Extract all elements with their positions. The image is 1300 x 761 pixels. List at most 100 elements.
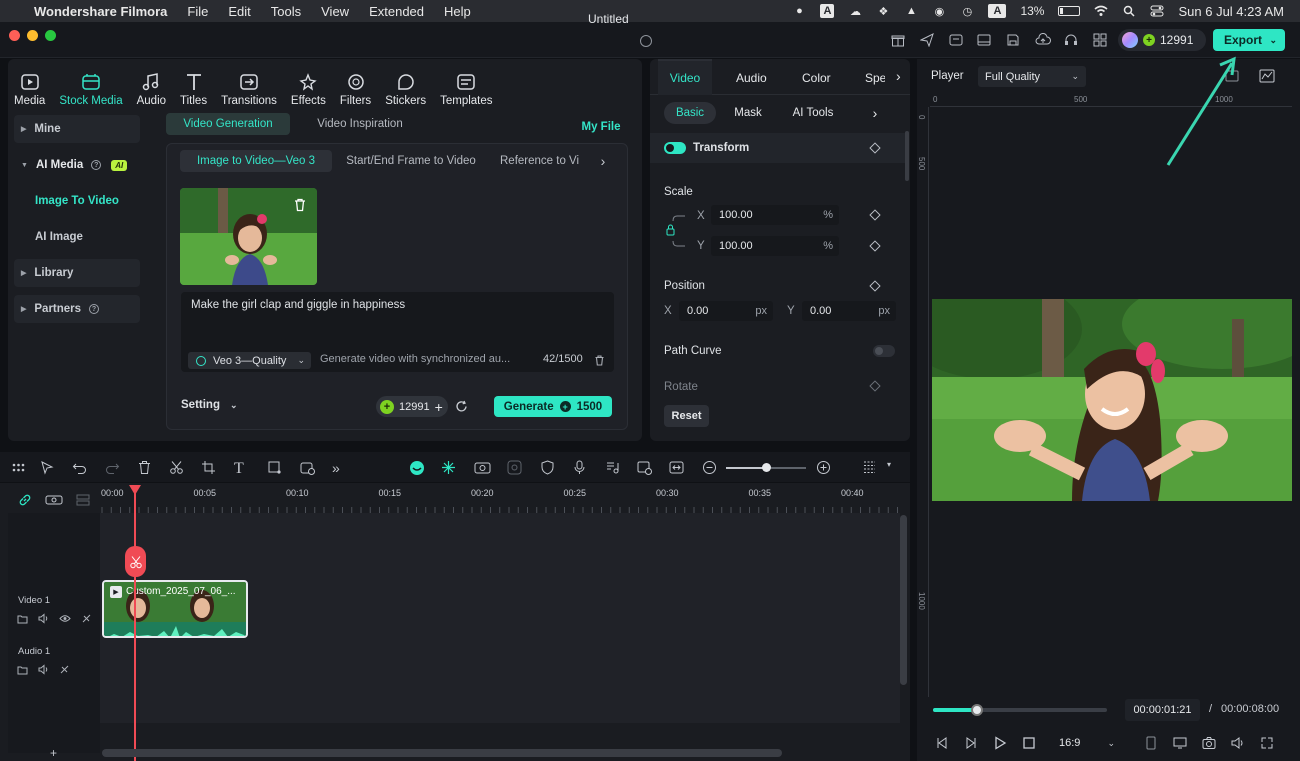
control-center-icon[interactable] bbox=[1150, 4, 1164, 18]
redo-icon[interactable] bbox=[105, 460, 120, 475]
tab-stickers[interactable]: Stickers bbox=[385, 73, 426, 107]
tab-reference-to-video[interactable]: Reference to Vi bbox=[500, 150, 590, 172]
support-headset-icon[interactable] bbox=[1064, 33, 1080, 49]
apps-grid-icon[interactable] bbox=[1093, 33, 1109, 49]
spotlight-search-icon[interactable] bbox=[1122, 4, 1136, 18]
zoom-out-icon[interactable] bbox=[702, 460, 717, 475]
zoom-in-icon[interactable] bbox=[816, 460, 831, 475]
link-icon[interactable] bbox=[18, 493, 32, 507]
timeline-ruler[interactable]: 00:00 00:05 00:10 00:15 00:20 00:25 00:30 00:35… bbox=[100, 483, 910, 513]
keyframe-diamond-icon[interactable] bbox=[869, 142, 881, 154]
timeline-options-icon[interactable]: ▾ bbox=[887, 460, 902, 475]
track-mute-icon[interactable] bbox=[38, 664, 49, 675]
next-frame-icon[interactable] bbox=[964, 736, 978, 750]
prompt-input[interactable]: Make the girl clap and giggle in happine… bbox=[191, 299, 405, 311]
tab-titles[interactable]: Titles bbox=[180, 73, 207, 107]
zoom-slider-handle[interactable] bbox=[762, 463, 771, 472]
shield-icon[interactable] bbox=[540, 460, 555, 475]
shape-tool-icon[interactable] bbox=[267, 460, 282, 475]
fit-timeline-icon[interactable] bbox=[669, 460, 684, 475]
tab-video-generation[interactable]: Video Generation bbox=[166, 113, 290, 135]
scopes-icon[interactable] bbox=[1259, 69, 1275, 83]
add-credits-icon[interactable]: + bbox=[435, 399, 443, 415]
tab-image-to-video-veo3[interactable]: Image to Video—Veo 3 bbox=[180, 150, 332, 172]
scale-y-input[interactable]: 100.00% bbox=[711, 236, 839, 256]
track-visibility-icon[interactable] bbox=[59, 613, 71, 624]
zoom-slider[interactable] bbox=[726, 463, 806, 472]
record-camera-icon[interactable] bbox=[474, 460, 491, 475]
undo-icon[interactable] bbox=[72, 460, 87, 475]
quality-select[interactable]: Full Quality ⌄ bbox=[978, 66, 1086, 87]
chevron-right-icon[interactable]: › bbox=[896, 68, 901, 84]
feedback-icon[interactable] bbox=[949, 33, 965, 49]
minimize-window-button[interactable] bbox=[27, 30, 38, 41]
status-app-icon[interactable]: ● bbox=[792, 4, 806, 18]
speed-ramp-icon[interactable] bbox=[637, 460, 652, 475]
playhead[interactable] bbox=[129, 485, 141, 761]
track-folder-icon[interactable] bbox=[17, 613, 28, 624]
timeline-grid-icon[interactable] bbox=[862, 460, 877, 475]
vlc-icon[interactable]: ▲ bbox=[904, 4, 918, 18]
menu-edit[interactable]: Edit bbox=[228, 4, 250, 19]
sidebar-item-mine[interactable]: ▶ Mine bbox=[14, 115, 140, 143]
track-manager-icon[interactable] bbox=[76, 493, 90, 507]
playback-progress-bar[interactable] bbox=[933, 704, 1107, 716]
tab-transitions[interactable]: Transitions bbox=[221, 73, 277, 107]
delete-thumbnail-icon[interactable] bbox=[293, 198, 307, 212]
close-window-button[interactable] bbox=[9, 30, 20, 41]
source-image-thumbnail[interactable] bbox=[180, 188, 317, 285]
sidebar-item-library[interactable]: ▶ Library bbox=[14, 259, 140, 287]
camera-snapshot-icon[interactable] bbox=[1202, 736, 1216, 750]
zoom-window-button[interactable] bbox=[45, 30, 56, 41]
help-icon[interactable]: ? bbox=[91, 160, 102, 170]
clear-prompt-icon[interactable] bbox=[594, 355, 605, 366]
gift-icon[interactable] bbox=[891, 33, 907, 49]
acrobat-icon[interactable]: A bbox=[820, 4, 835, 18]
current-timecode[interactable]: 00:00:01:21 bbox=[1125, 699, 1200, 721]
audio-track-icon[interactable] bbox=[605, 460, 620, 475]
select-cursor-icon[interactable] bbox=[40, 460, 55, 475]
stop-icon[interactable] bbox=[1022, 736, 1036, 750]
sidebar-item-partners[interactable]: ▶ Partners? bbox=[14, 295, 140, 323]
menu-help[interactable]: Help bbox=[444, 4, 471, 19]
battery-icon[interactable] bbox=[1058, 6, 1081, 16]
menubar-clock[interactable]: Sun 6 Jul 4:23 AM bbox=[1178, 4, 1284, 19]
export-button[interactable]: Export ⌄ bbox=[1213, 29, 1285, 51]
menu-file[interactable]: File bbox=[187, 4, 208, 19]
split-scissors-icon[interactable] bbox=[169, 460, 184, 475]
tab-color[interactable]: Color bbox=[802, 71, 831, 85]
input-source-icon[interactable]: A bbox=[988, 4, 1007, 18]
layout-grid-icon[interactable] bbox=[11, 460, 26, 475]
tab-media[interactable]: Media bbox=[14, 73, 45, 107]
tab-speed[interactable]: Spe bbox=[865, 71, 885, 85]
tab-stock-media[interactable]: Stock Media bbox=[59, 73, 123, 107]
my-file-link[interactable]: My File bbox=[571, 116, 631, 138]
position-x-input[interactable]: 0.00 px bbox=[679, 301, 773, 321]
properties-scrollbar[interactable] bbox=[905, 131, 909, 181]
app-menu[interactable]: Wondershare Filmora bbox=[34, 4, 167, 19]
microphone-icon[interactable] bbox=[572, 460, 587, 475]
dropbox-icon[interactable]: ❖ bbox=[876, 4, 890, 18]
add-track-button[interactable]: + bbox=[50, 746, 57, 760]
layout-icon[interactable] bbox=[977, 33, 993, 49]
volume-icon[interactable] bbox=[1231, 736, 1245, 750]
time-machine-icon[interactable]: ◷ bbox=[960, 4, 974, 18]
video-preview[interactable] bbox=[932, 299, 1292, 501]
tab-start-end-frame[interactable]: Start/End Frame to Video bbox=[340, 150, 482, 172]
subtab-mask[interactable]: Mask bbox=[728, 102, 768, 124]
subtab-ai-tools[interactable]: AI Tools bbox=[786, 102, 840, 124]
audio-sync-hint[interactable]: Generate video with synchronized au... bbox=[320, 353, 510, 365]
wifi-icon[interactable] bbox=[1094, 4, 1108, 18]
save-icon[interactable] bbox=[1006, 33, 1022, 49]
chevron-down-icon[interactable]: ⌄ bbox=[1269, 35, 1277, 46]
sidebar-item-ai-media[interactable]: ▼ AI Media? AI bbox=[14, 151, 140, 179]
track-lock-icon[interactable] bbox=[81, 613, 92, 624]
previous-frame-icon[interactable] bbox=[935, 736, 949, 750]
recorder-icon[interactable]: ◉ bbox=[932, 4, 946, 18]
text-tool-icon[interactable]: T bbox=[234, 460, 249, 477]
mark-icon[interactable] bbox=[1144, 736, 1158, 750]
avatar[interactable] bbox=[1122, 32, 1138, 48]
cloud-upload-icon[interactable] bbox=[1035, 33, 1051, 49]
split-at-playhead-button[interactable] bbox=[125, 546, 146, 577]
tab-audio[interactable]: Audio bbox=[736, 71, 767, 85]
